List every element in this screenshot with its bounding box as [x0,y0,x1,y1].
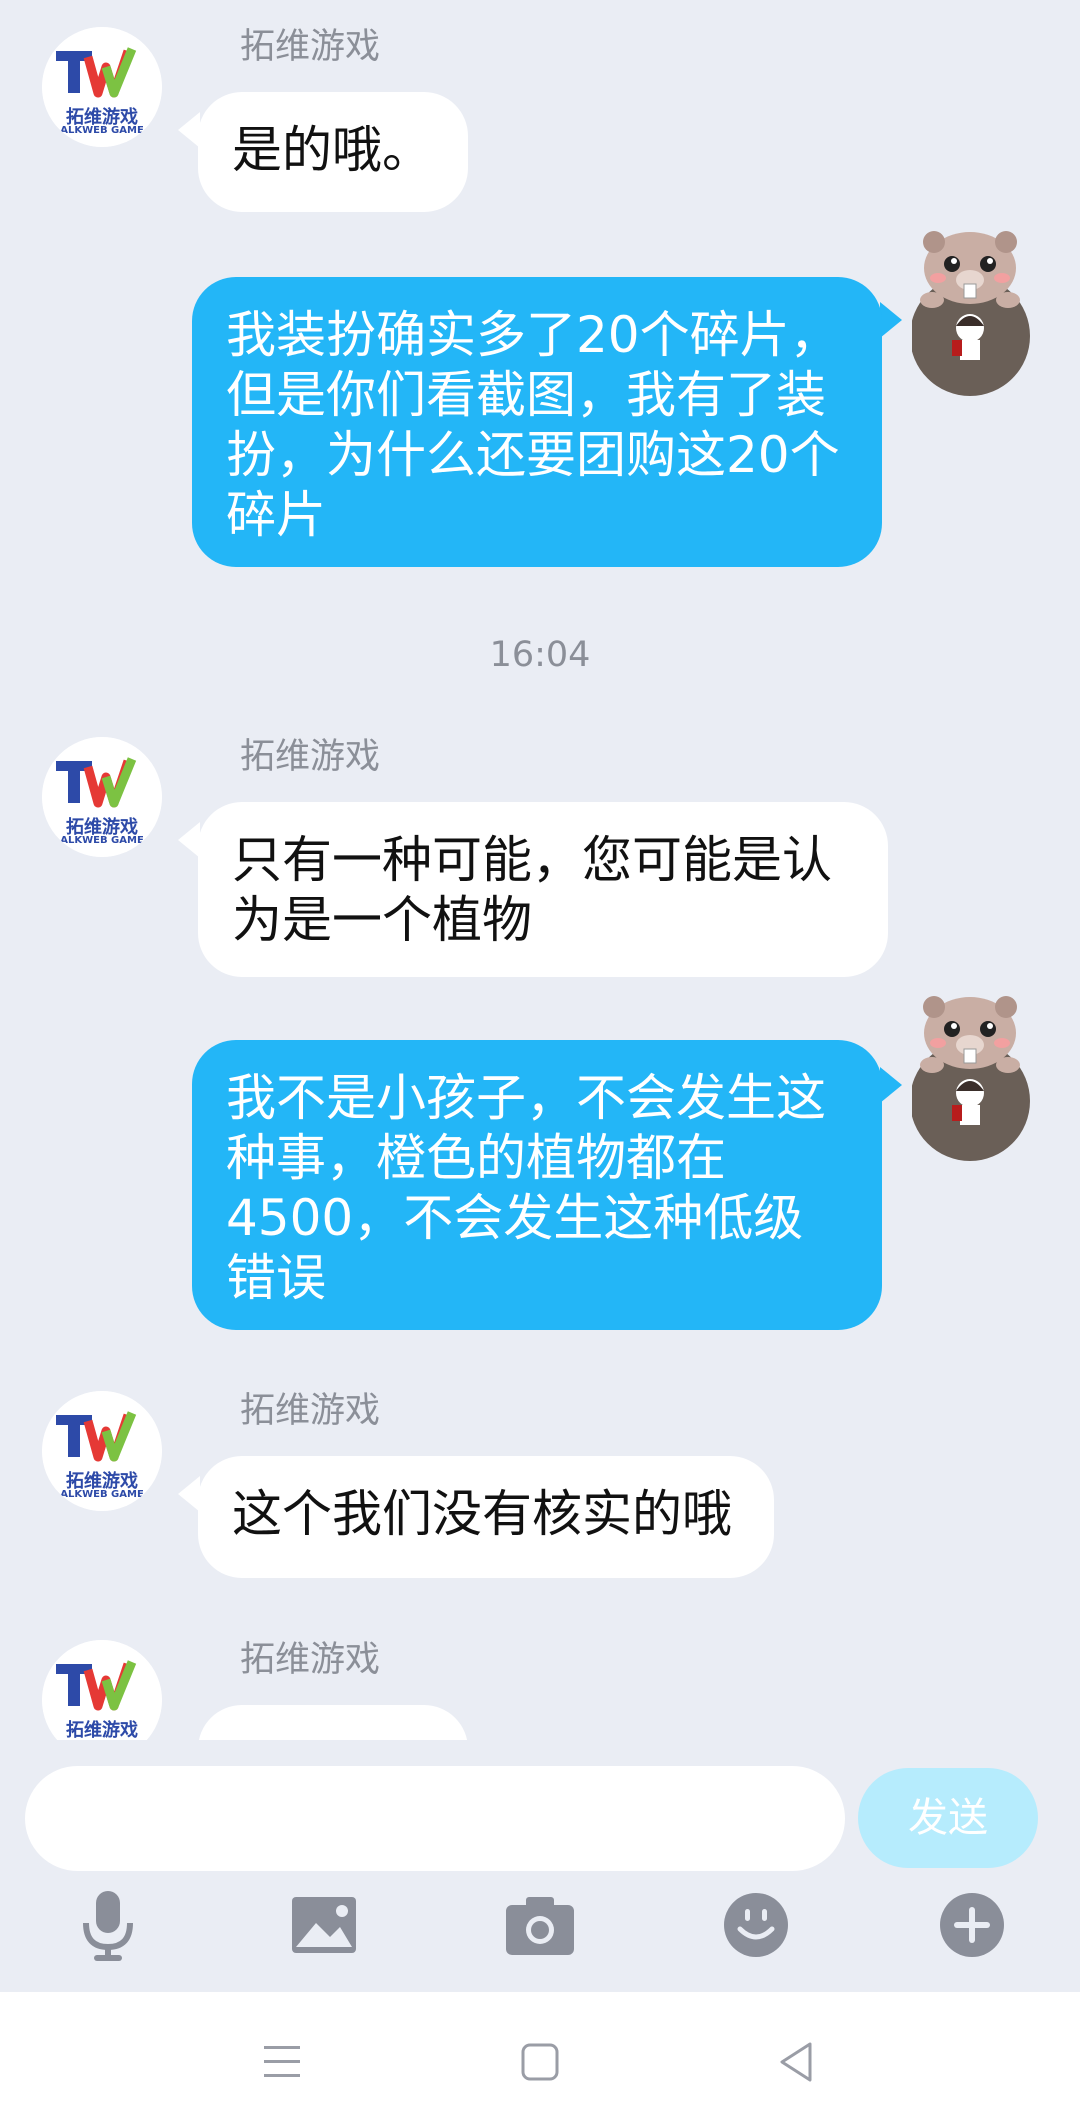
bubble-tail [880,302,902,338]
avatar-brand-subtext: ALKWEB GAME [60,1489,144,1500]
message-bubble-outgoing[interactable]: 我装扮确实多了20个碎片， 但是你们看截图，我有了装 扮，为什么还要团购这20个… [192,277,882,567]
bubble-tail [178,1476,200,1512]
camera-icon[interactable] [500,1885,580,1965]
my-avatar[interactable] [912,993,1042,1163]
avatar-brand-subtext: ALKWEB GAME [60,125,144,136]
message-bubble-outgoing[interactable]: 我不是小孩子，不会发生这 种事，橙色的植物都在 4500，不会发生这种低级 错误 [192,1040,882,1330]
emoji-icon[interactable] [716,1885,796,1965]
message-bubble-incoming[interactable]: 是的哦。 [198,92,468,212]
menu-icon[interactable] [252,2032,312,2092]
timestamp: 16:04 [489,635,591,675]
bubble-tail [178,822,200,858]
plus-icon[interactable] [932,1885,1012,1965]
sender-name: 拓维游戏 [240,1391,381,1431]
my-avatar[interactable] [912,228,1042,398]
message-input[interactable] [25,1766,845,1871]
mic-icon[interactable] [68,1885,148,1965]
back-icon[interactable] [766,2032,826,2092]
message-bubble-incoming[interactable]: 这个我们没有核实的哦 [198,1456,774,1578]
contact-avatar[interactable]: 拓维游戏 [42,1640,162,1740]
avatar-brand-subtext: ALKWEB GAME [60,835,144,846]
composer-toolbar [0,1885,1080,1985]
message-bubble-incoming[interactable]: 只有一种可能，您可能是认 为是一个植物 [198,802,888,977]
sender-name: 拓维游戏 [240,737,381,777]
contact-avatar[interactable]: 拓维游戏 ALKWEB GAME [42,27,162,147]
system-navigation-bar [0,1992,1080,2125]
home-icon[interactable] [510,2032,570,2092]
message-bubble-incoming[interactable] [198,1705,468,1740]
bubble-tail [880,1067,902,1103]
avatar-brand-text: 拓维游戏 [66,1720,138,1740]
contact-avatar[interactable]: 拓维游戏 ALKWEB GAME [42,737,162,857]
bubble-tail [178,112,200,148]
send-button[interactable]: 发送 [858,1768,1038,1868]
image-icon[interactable] [284,1885,364,1965]
contact-avatar[interactable]: 拓维游戏 ALKWEB GAME [42,1391,162,1511]
sender-name: 拓维游戏 [240,1640,381,1680]
composer: 发送 [0,1740,1080,1871]
chat-history[interactable]: 拓维游戏 ALKWEB GAME 拓维游戏 是的哦。 我装扮确实多了20个碎片，… [0,0,1080,1740]
sender-name: 拓维游戏 [240,27,381,67]
